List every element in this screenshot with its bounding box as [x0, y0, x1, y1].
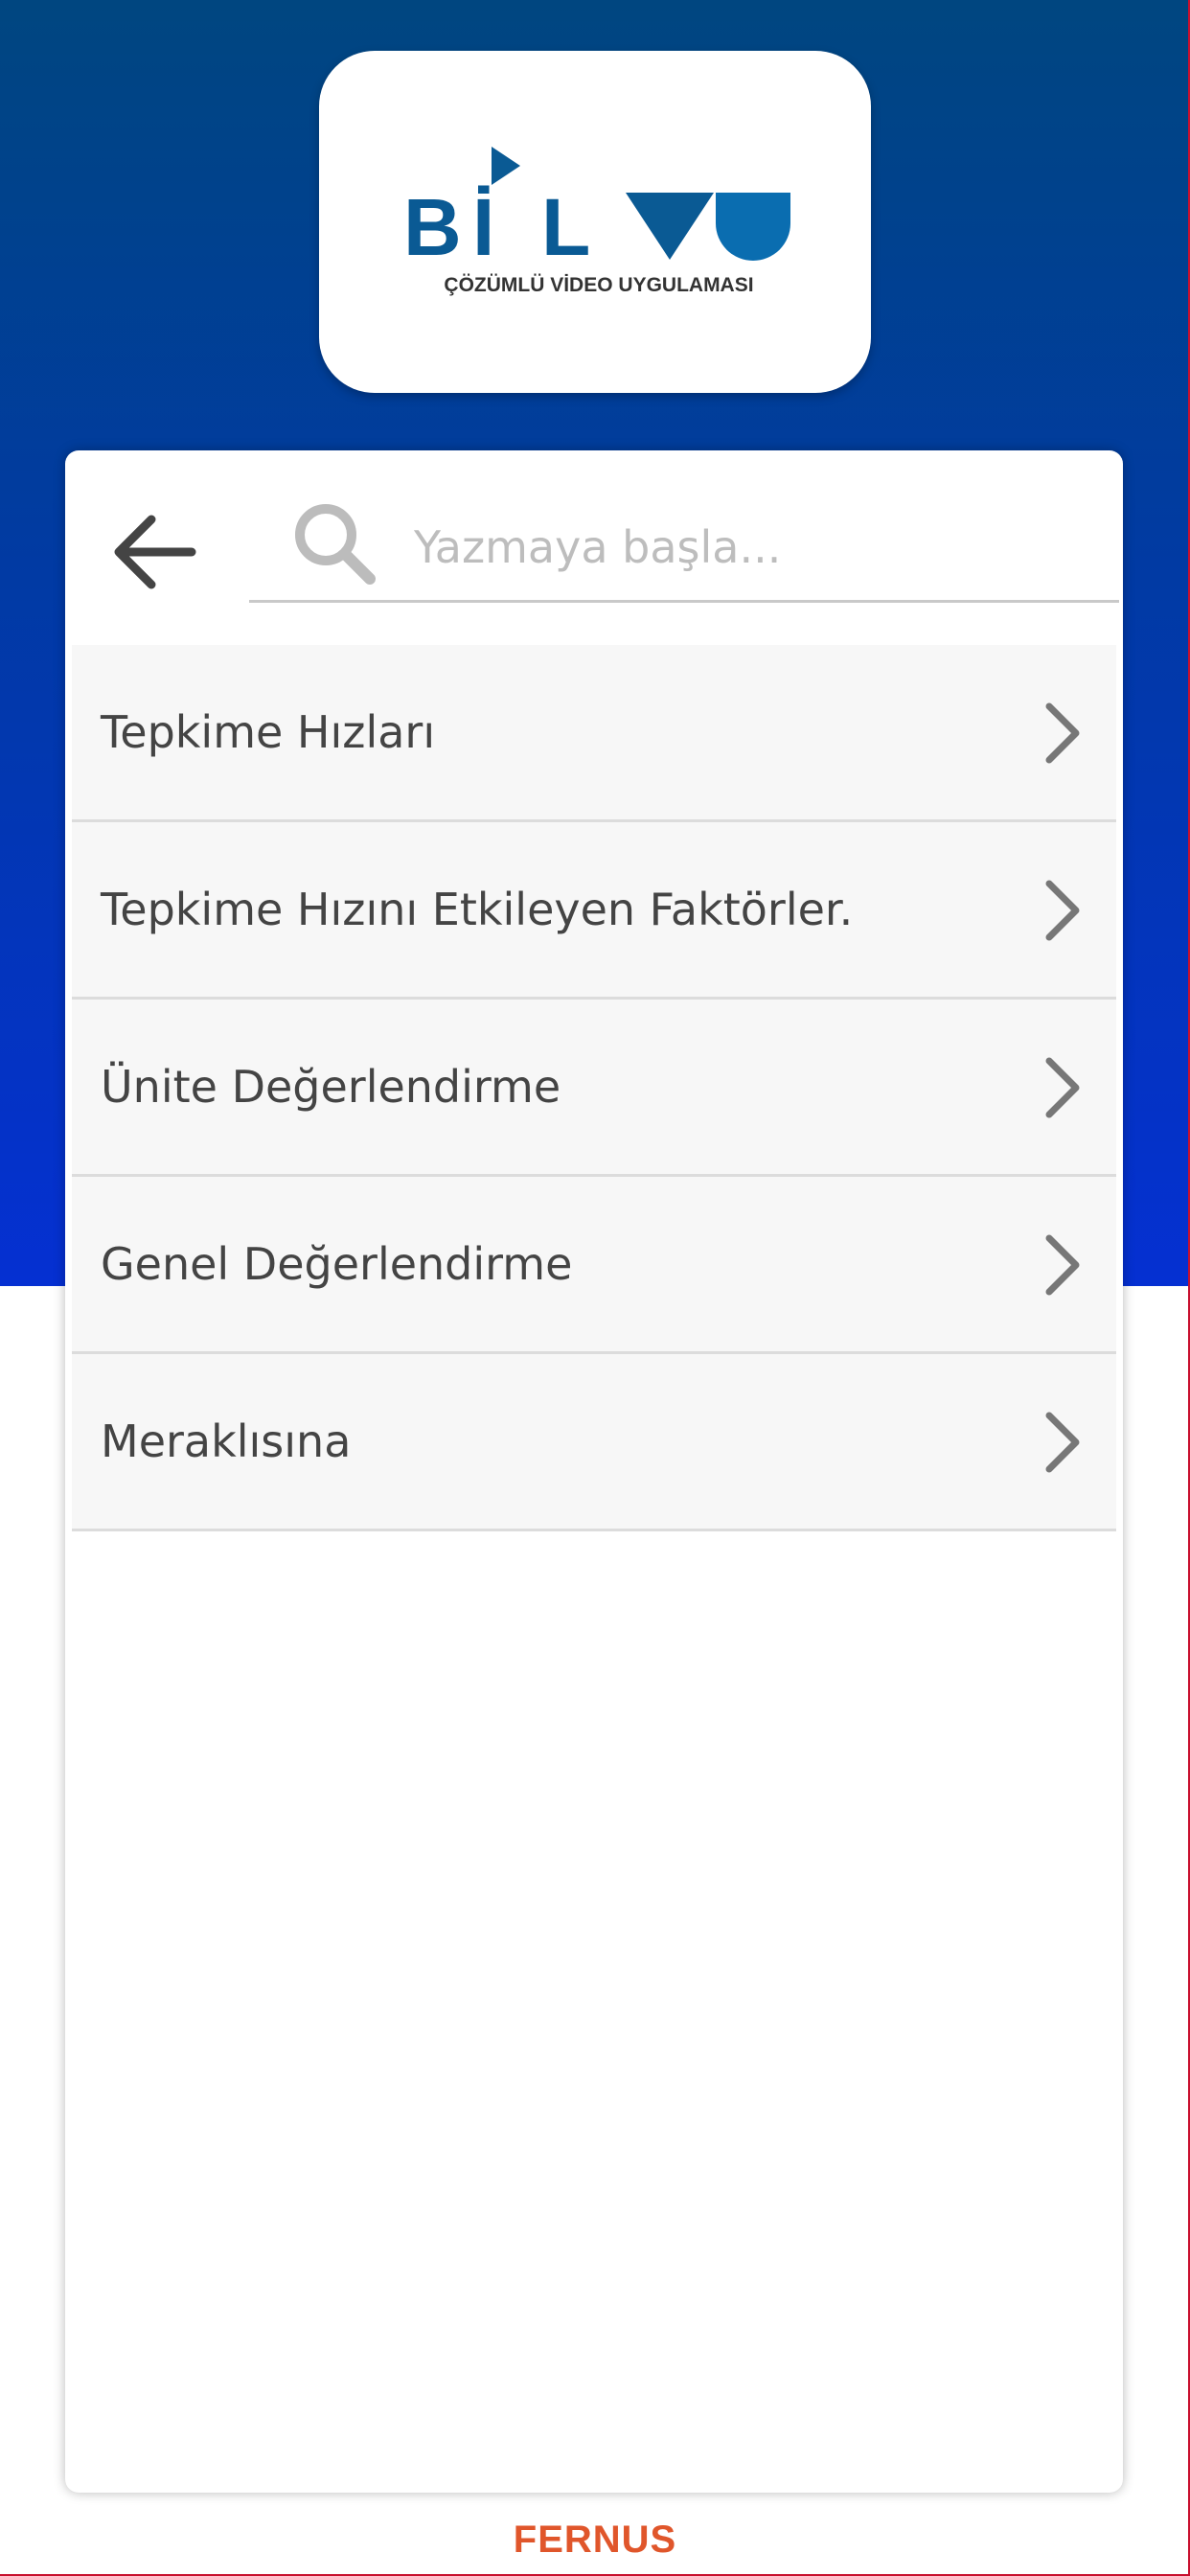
chevron-right-icon: [1045, 702, 1080, 764]
list-item[interactable]: Ünite Değerlendirme: [72, 1000, 1116, 1177]
logo-tagline: ÇÖZÜMLÜ VİDEO UYGULAMASI: [444, 274, 753, 296]
topic-list: Tepkime Hızları Tepkime Hızını Etkileyen…: [72, 645, 1116, 1531]
list-item-label: Tepkime Hızını Etkileyen Faktörler.: [101, 884, 854, 935]
list-item[interactable]: Meraklısına: [72, 1354, 1116, 1531]
list-item-label: Ünite Değerlendirme: [101, 1061, 561, 1113]
chevron-right-icon: [1045, 1057, 1080, 1118]
list-item-label: Genel Değerlendirme: [101, 1238, 573, 1290]
chevron-right-icon: [1045, 1234, 1080, 1296]
search-bar: [249, 479, 1119, 603]
logo-letter-i: İ: [472, 182, 494, 272]
arrow-left-icon: [114, 515, 196, 589]
footer-brand: FERNUS: [513, 2518, 677, 2561]
logo-letter-l: L: [541, 182, 590, 272]
list-item[interactable]: Tepkime Hızını Etkileyen Faktörler.: [72, 822, 1116, 1000]
app-logo: B İ L ÇÖZÜMLÜ VİDEO UYGULAMASI: [319, 51, 871, 393]
list-item[interactable]: Genel Değerlendirme: [72, 1177, 1116, 1354]
logo-letter-b: B: [403, 182, 462, 272]
list-item-label: Meraklısına: [101, 1415, 352, 1467]
search-icon: [295, 504, 376, 585]
topic-panel: Tepkime Hızları Tepkime Hızını Etkileyen…: [65, 450, 1123, 2493]
list-item-label: Tepkime Hızları: [101, 706, 436, 758]
list-item[interactable]: Tepkime Hızları: [72, 645, 1116, 822]
chevron-right-icon: [1045, 880, 1080, 941]
chevron-right-icon: [1045, 1412, 1080, 1473]
search-input[interactable]: [412, 508, 1087, 586]
bilvu-logo: B İ L ÇÖZÜMLÜ VİDEO UYGULAMASI: [403, 147, 790, 296]
back-button[interactable]: [103, 500, 207, 604]
